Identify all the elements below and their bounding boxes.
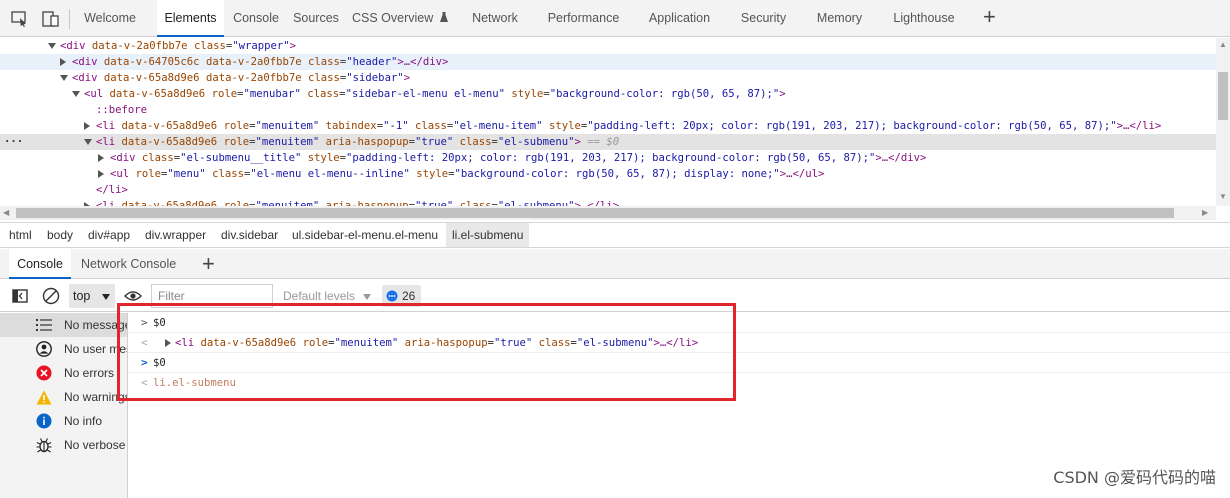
sidebar-item-info[interactable]: No info xyxy=(0,409,127,433)
dom-node-markup: <ul role="menu" class="el-menu el-menu--… xyxy=(110,168,825,180)
warning-icon xyxy=(36,389,52,405)
dom-node-row[interactable]: ··· <li data-v-65a8d9e6 role="menuitem" a… xyxy=(0,134,1216,150)
user-icon xyxy=(36,341,52,357)
scroll-down-arrow-icon[interactable]: ▼ xyxy=(1219,192,1227,202)
tab-lighthouse[interactable]: Lighthouse xyxy=(889,0,959,37)
collapse-triangle-icon[interactable] xyxy=(72,91,80,97)
more-options-icon[interactable]: ··· xyxy=(4,134,23,150)
tab-welcome[interactable]: Welcome xyxy=(74,0,146,37)
dom-tree-horizontal-scroll-thumb[interactable] xyxy=(16,208,1174,218)
expand-triangle-icon[interactable] xyxy=(98,154,104,162)
scroll-right-arrow-icon[interactable]: ▶ xyxy=(1202,208,1208,218)
breadcrumb-item[interactable]: ul.sidebar-el-menu.el-menu xyxy=(288,223,442,247)
tab-css-overview-label: CSS Overview xyxy=(352,11,434,25)
collapse-triangle-icon[interactable] xyxy=(60,75,68,81)
experiment-flask-icon xyxy=(439,0,448,37)
issues-count: 26 xyxy=(402,289,416,303)
tab-sources[interactable]: Sources xyxy=(290,0,342,37)
dom-node-row[interactable]: <ul data-v-65a8d9e6 role="menubar" class… xyxy=(0,86,1216,102)
dom-node-row[interactable]: <div data-v-2a0fbb7e class="wrapper"> xyxy=(0,38,1216,54)
dom-node-row[interactable]: <div class="el-submenu__title" style="pa… xyxy=(0,150,1216,166)
chevron-down-icon xyxy=(363,293,372,300)
elements-dom-tree: <div data-v-2a0fbb7e class="wrapper"> <di… xyxy=(0,38,1216,206)
dom-node-markup: <div data-v-65a8d9e6 data-v-2a0fbb7e cla… xyxy=(72,72,411,84)
dom-node-markup: <div data-v-64705c6c data-v-2a0fbb7e cla… xyxy=(72,56,449,68)
info-icon xyxy=(36,413,52,429)
dom-node-row[interactable]: <li data-v-65a8d9e6 role="menuitem" aria… xyxy=(0,198,1216,206)
drawer-tab-strip: Console Network Console + xyxy=(0,249,1230,279)
tab-css-overview[interactable]: CSS Overview xyxy=(352,0,448,37)
watermark: CSDN @爱码代码的喵 xyxy=(1053,468,1216,487)
tab-network[interactable]: Network xyxy=(466,0,524,37)
console-sidebar: No messages No user messages No errors N… xyxy=(0,313,128,498)
sidebar-item-warnings[interactable]: No warnings xyxy=(0,385,127,409)
sidebar-toggle-icon[interactable] xyxy=(10,286,30,306)
expand-triangle-icon[interactable] xyxy=(84,122,90,130)
bug-icon xyxy=(36,437,52,453)
sidebar-item-messages[interactable]: No messages xyxy=(0,313,127,337)
dom-node-markup: <li data-v-65a8d9e6 role="menuitem" aria… xyxy=(96,200,620,206)
sidebar-item-errors[interactable]: No errors xyxy=(0,361,127,385)
tab-security[interactable]: Security xyxy=(737,0,790,37)
breadcrumb: html body div#app div.wrapper div.sideba… xyxy=(0,222,1230,248)
device-toolbar-icon[interactable] xyxy=(41,9,61,29)
list-icon xyxy=(36,317,52,333)
dom-tree-vertical-scrollbar[interactable]: ▲ ▼ xyxy=(1216,38,1230,206)
collapse-triangle-icon[interactable] xyxy=(48,43,56,49)
drawer-tab-console[interactable]: Console xyxy=(9,249,71,279)
breadcrumb-item[interactable]: div.wrapper xyxy=(141,223,210,247)
dom-tree-vertical-scroll-thumb[interactable] xyxy=(1218,72,1228,120)
inspect-element-icon[interactable] xyxy=(10,9,30,29)
dom-node-markup: <div data-v-2a0fbb7e class="wrapper"> xyxy=(60,40,297,52)
toolbar-separator xyxy=(69,9,70,29)
tab-console[interactable]: Console xyxy=(229,0,283,37)
expand-triangle-icon[interactable] xyxy=(60,58,66,66)
issue-message-icon xyxy=(386,290,398,302)
breadcrumb-item[interactable]: html xyxy=(5,223,36,247)
dom-tree-horizontal-scrollbar[interactable]: ◀ ▶ xyxy=(0,206,1216,220)
error-icon xyxy=(36,365,52,381)
dom-node-markup: <ul data-v-65a8d9e6 role="menubar" class… xyxy=(84,88,786,100)
tab-application[interactable]: Application xyxy=(644,0,715,37)
dom-node-row[interactable]: <div data-v-65a8d9e6 data-v-2a0fbb7e cla… xyxy=(0,70,1216,86)
dom-node-markup: ::before xyxy=(96,104,148,116)
dom-node-row[interactable]: ::before xyxy=(0,102,1216,118)
dom-node-row[interactable]: <div data-v-64705c6c data-v-2a0fbb7e cla… xyxy=(0,54,1216,70)
sidebar-item-label: No info xyxy=(64,414,103,428)
dom-node-row[interactable]: <ul role="menu" class="el-menu el-menu--… xyxy=(0,166,1216,182)
dom-node-markup: </li> xyxy=(96,184,128,196)
sidebar-item-label: No verbose xyxy=(64,438,126,452)
plus-icon[interactable]: + xyxy=(983,6,996,28)
chevron-down-icon xyxy=(102,294,110,300)
dom-node-row[interactable]: </li> xyxy=(0,182,1216,198)
collapse-triangle-icon[interactable] xyxy=(84,139,92,145)
log-levels-label: Default levels xyxy=(283,289,356,303)
sidebar-item-verbose[interactable]: No verbose xyxy=(0,433,127,457)
context-selector[interactable]: top xyxy=(69,284,115,308)
breadcrumb-item[interactable]: div#app xyxy=(84,223,134,247)
plus-icon[interactable]: + xyxy=(202,253,215,275)
dom-node-markup: <div class="el-submenu__title" style="pa… xyxy=(110,152,927,164)
tab-performance[interactable]: Performance xyxy=(545,0,622,37)
dom-node-markup: <li data-v-65a8d9e6 role="menuitem" tabi… xyxy=(96,120,1162,132)
tab-elements[interactable]: Elements xyxy=(157,0,224,37)
devtools-tab-strip: Welcome Elements Console Sources CSS Ove… xyxy=(0,0,1230,37)
scroll-up-arrow-icon[interactable]: ▲ xyxy=(1219,40,1227,50)
drawer-tab-network-console[interactable]: Network Console xyxy=(81,249,176,279)
breadcrumb-item[interactable]: div.sidebar xyxy=(217,223,282,247)
dom-node-row[interactable]: <li data-v-65a8d9e6 role="menuitem" tabi… xyxy=(0,118,1216,134)
breadcrumb-item-active[interactable]: li.el-submenu xyxy=(446,223,530,247)
highlight-annotation-box xyxy=(117,303,736,401)
expand-triangle-icon[interactable] xyxy=(98,170,104,178)
sidebar-item-label: No errors xyxy=(64,366,115,380)
dom-node-markup: <li data-v-65a8d9e6 role="menuitem" aria… xyxy=(96,136,620,148)
clear-console-icon[interactable] xyxy=(41,286,61,306)
breadcrumb-item[interactable]: body xyxy=(43,223,77,247)
tab-memory[interactable]: Memory xyxy=(813,0,866,37)
scroll-left-arrow-icon[interactable]: ◀ xyxy=(3,208,9,218)
context-selector-value: top xyxy=(73,289,91,303)
sidebar-item-user-messages[interactable]: No user messages xyxy=(0,337,127,361)
